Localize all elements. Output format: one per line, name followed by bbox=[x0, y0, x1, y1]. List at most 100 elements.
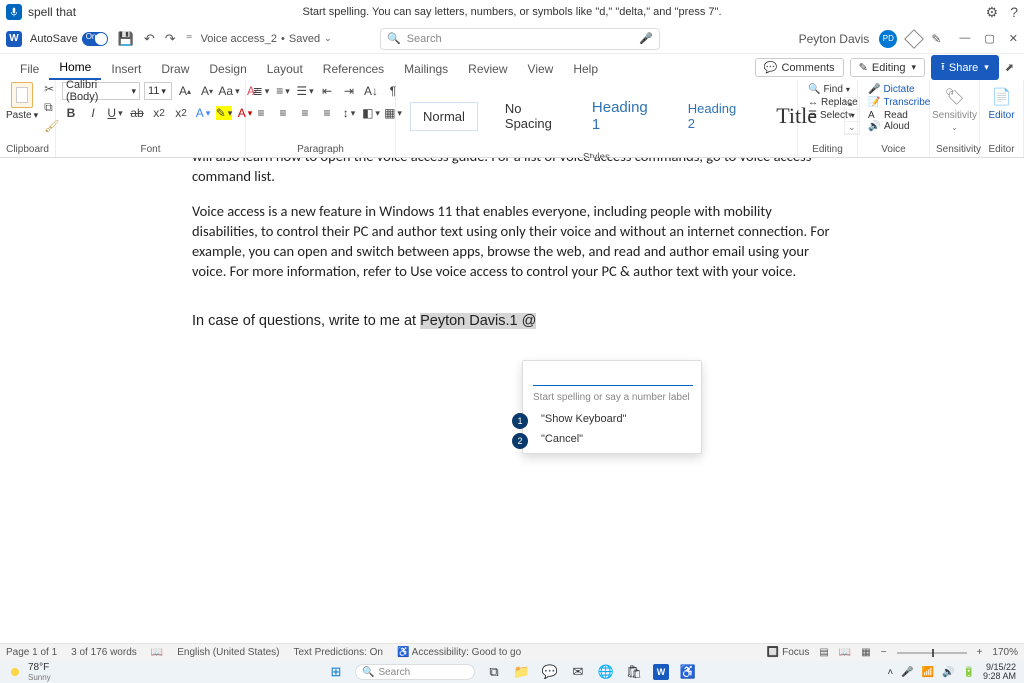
highlighted-text[interactable]: Peyton Davis.1 @ bbox=[420, 313, 536, 329]
word-count[interactable]: 3 of 176 words bbox=[71, 647, 137, 658]
transcribe-button[interactable]: 📝 Transcribe bbox=[868, 97, 919, 108]
sort-icon[interactable]: A↓ bbox=[362, 82, 380, 100]
zoom-in-button[interactable]: + bbox=[977, 647, 983, 658]
strikethrough-button[interactable]: ab bbox=[128, 104, 146, 122]
paste-button[interactable]: Paste bbox=[6, 82, 38, 121]
document-page[interactable]: will also learn how to open the voice ac… bbox=[192, 158, 832, 331]
highlight-icon[interactable]: ✎ bbox=[216, 106, 232, 120]
tab-design[interactable]: Design bbox=[199, 58, 256, 80]
system-clock[interactable]: 9/15/22 9:28 AM bbox=[983, 663, 1016, 681]
tab-references[interactable]: References bbox=[313, 58, 394, 80]
tray-chevron-icon[interactable]: ˄ bbox=[887, 667, 893, 678]
change-case-icon[interactable]: Aa bbox=[220, 82, 238, 100]
minimize-button[interactable]: — bbox=[959, 32, 970, 45]
tab-help[interactable]: Help bbox=[563, 58, 608, 80]
doc-paragraph[interactable]: will also learn how to open the voice ac… bbox=[192, 158, 832, 187]
mic-tray-icon[interactable]: 🎤 bbox=[901, 667, 913, 678]
document-title[interactable]: Voice access_2•Saved⌄ bbox=[201, 33, 332, 45]
doc-paragraph[interactable]: In case of questions, write to me at Pey… bbox=[192, 310, 832, 331]
word-taskbar-icon[interactable]: W bbox=[653, 664, 669, 680]
zoom-slider[interactable] bbox=[897, 652, 967, 654]
task-view-icon[interactable]: ⧉ bbox=[485, 663, 503, 681]
autosave-toggle[interactable]: AutoSave On bbox=[30, 32, 108, 46]
align-center-icon[interactable]: ≡ bbox=[274, 104, 292, 122]
option-cancel[interactable]: 2 "Cancel" bbox=[523, 429, 701, 453]
shading-icon[interactable]: ◧ bbox=[362, 104, 380, 122]
bullets-icon[interactable]: ≣ bbox=[252, 82, 270, 100]
style-heading1[interactable]: Heading 1 bbox=[579, 92, 661, 140]
style-normal[interactable]: Normal bbox=[410, 102, 478, 131]
align-right-icon[interactable]: ≡ bbox=[296, 104, 314, 122]
tab-layout[interactable]: Layout bbox=[257, 58, 313, 80]
volume-icon[interactable]: 🔊 bbox=[942, 667, 954, 678]
close-button[interactable]: ✕ bbox=[1009, 32, 1018, 45]
store-icon[interactable]: 🛍 bbox=[625, 663, 643, 681]
microphone-icon[interactable] bbox=[6, 4, 22, 20]
text-effects-icon[interactable]: A bbox=[194, 104, 212, 122]
multilevel-list-icon[interactable]: ☰ bbox=[296, 82, 314, 100]
web-layout-icon[interactable]: ▦ bbox=[861, 647, 870, 658]
accessibility-status[interactable]: ♿ Accessibility: Good to go bbox=[397, 647, 521, 658]
mail-icon[interactable]: ✉ bbox=[569, 663, 587, 681]
chat-icon[interactable]: 💬 bbox=[541, 663, 559, 681]
edge-icon[interactable]: 🌐 bbox=[597, 663, 615, 681]
weather-widget[interactable]: 78°F Sunny bbox=[8, 662, 51, 682]
font-name-select[interactable]: Calibri (Body) bbox=[62, 82, 140, 100]
doc-paragraph[interactable]: Voice access is a new feature in Windows… bbox=[192, 201, 832, 282]
tab-view[interactable]: View bbox=[518, 58, 564, 80]
underline-button[interactable]: U bbox=[106, 104, 124, 122]
decrease-indent-icon[interactable]: ⇤ bbox=[318, 82, 336, 100]
option-show-keyboard[interactable]: 1 "Show Keyboard" bbox=[523, 409, 701, 429]
read-aloud-button[interactable]: A🔊 Read Aloud bbox=[868, 110, 919, 132]
read-mode-icon[interactable]: 📖 bbox=[839, 647, 851, 658]
numbering-icon[interactable]: ≡ bbox=[274, 82, 292, 100]
spellcheck-icon[interactable]: 📖 bbox=[151, 647, 163, 658]
user-name[interactable]: Peyton Davis bbox=[799, 32, 870, 46]
settings-gear-icon[interactable]: ⚙ bbox=[986, 4, 999, 21]
zoom-level[interactable]: 170% bbox=[992, 647, 1018, 658]
page-status[interactable]: Page 1 of 1 bbox=[6, 647, 57, 658]
editor-button[interactable]: 📄 Editor bbox=[986, 82, 1017, 125]
taskbar-search[interactable]: 🔍 Search bbox=[355, 664, 475, 680]
comments-button[interactable]: 💬 Comments bbox=[755, 58, 844, 77]
increase-indent-icon[interactable]: ⇥ bbox=[340, 82, 358, 100]
language-status[interactable]: English (United States) bbox=[177, 647, 279, 658]
document-area[interactable]: will also learn how to open the voice ac… bbox=[0, 158, 1024, 643]
superscript-button[interactable]: x2 bbox=[172, 104, 190, 122]
italic-button[interactable]: I bbox=[84, 104, 102, 122]
redo-icon[interactable]: ↷ bbox=[165, 31, 176, 47]
dictate-button[interactable]: 🎤 Dictate bbox=[868, 84, 919, 95]
user-avatar-icon[interactable]: PD bbox=[879, 30, 897, 48]
tab-file[interactable]: File bbox=[10, 58, 49, 80]
search-box[interactable]: 🔍 Search 🎤 bbox=[380, 28, 660, 50]
justify-icon[interactable]: ≡ bbox=[318, 104, 336, 122]
line-spacing-icon[interactable]: ↕ bbox=[340, 104, 358, 122]
diamond-icon[interactable] bbox=[904, 29, 924, 49]
tab-insert[interactable]: Insert bbox=[101, 58, 151, 80]
ribbon-collapse-icon[interactable]: ⬈ bbox=[1005, 61, 1014, 74]
style-heading2[interactable]: Heading 2 bbox=[675, 94, 749, 138]
microphone-icon[interactable]: 🎤 bbox=[639, 32, 653, 45]
text-predictions-status[interactable]: Text Predictions: On bbox=[294, 647, 383, 658]
tab-mailings[interactable]: Mailings bbox=[394, 58, 458, 80]
tab-review[interactable]: Review bbox=[458, 58, 517, 80]
spelling-input[interactable] bbox=[533, 369, 693, 386]
explorer-icon[interactable]: 📁 bbox=[513, 663, 531, 681]
align-left-icon[interactable]: ≡ bbox=[252, 104, 270, 122]
save-icon[interactable]: 💾 bbox=[118, 31, 134, 47]
find-button[interactable]: 🔍 Find ▾ bbox=[808, 84, 847, 95]
print-layout-icon[interactable]: ▤ bbox=[819, 647, 828, 658]
maximize-button[interactable]: ▢ bbox=[984, 32, 994, 45]
tab-draw[interactable]: Draw bbox=[151, 58, 199, 80]
decrease-font-icon[interactable]: A▾ bbox=[198, 82, 216, 100]
wifi-icon[interactable]: 📶 bbox=[922, 667, 934, 678]
font-size-select[interactable]: 11 bbox=[144, 82, 172, 100]
bold-button[interactable]: B bbox=[62, 104, 80, 122]
share-button[interactable]: ⭱ Share bbox=[931, 55, 999, 80]
start-button[interactable]: ⊞ bbox=[327, 663, 345, 681]
tab-home[interactable]: Home bbox=[49, 56, 101, 80]
select-button[interactable]: ☰ Select ▾ bbox=[808, 110, 847, 121]
undo-icon[interactable]: ↶ bbox=[144, 31, 155, 47]
help-icon[interactable]: ? bbox=[1010, 4, 1018, 20]
accessibility-icon[interactable]: ♿ bbox=[679, 663, 697, 681]
